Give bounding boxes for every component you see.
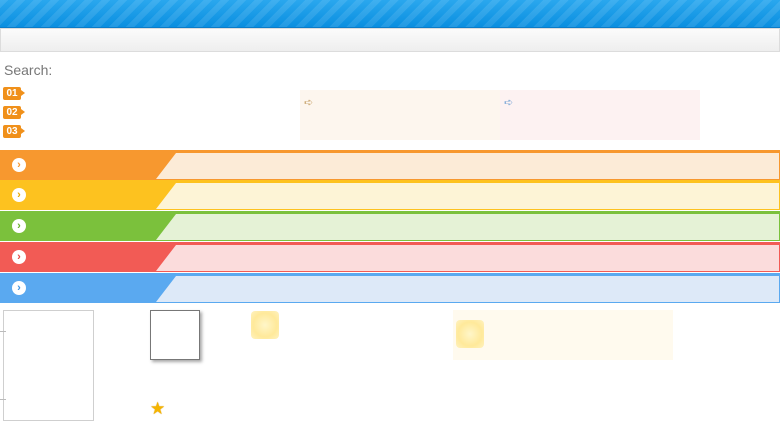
star-icon[interactable]: ★ xyxy=(150,399,165,419)
glow-tile xyxy=(251,311,279,339)
accordion-bar-blue[interactable]: › xyxy=(0,273,780,303)
panel-tick xyxy=(0,331,6,332)
bar-tab-red xyxy=(1,245,176,271)
accordion-bar-orange[interactable]: › xyxy=(0,150,780,180)
thumbnail-box xyxy=(150,310,200,360)
chevron-right-icon[interactable]: › xyxy=(12,158,26,172)
arrow-right-icon: ➪ xyxy=(304,97,314,109)
accordion-bar-green[interactable]: › xyxy=(0,211,780,241)
panel-tick xyxy=(0,399,6,400)
note-box-2: ➪ xyxy=(500,90,700,140)
preview-panel xyxy=(0,310,94,421)
highlight-box xyxy=(453,310,673,360)
step-badge-1: 01 xyxy=(3,87,25,100)
note-box-1: ➪ xyxy=(300,90,500,140)
step-badge-2: 02 xyxy=(3,106,25,119)
chevron-right-icon[interactable]: › xyxy=(12,188,26,202)
step-badge-3: 03 xyxy=(3,125,25,138)
toolbar-strip xyxy=(0,28,780,52)
chevron-right-icon[interactable]: › xyxy=(12,281,26,295)
top-banner xyxy=(0,0,780,28)
chevron-right-icon[interactable]: › xyxy=(12,219,26,233)
bar-tab-orange xyxy=(1,153,176,179)
glow-tile xyxy=(456,320,484,348)
bar-tab-green xyxy=(1,214,176,240)
bar-tab-blue xyxy=(1,276,176,302)
accordion-bar-yellow[interactable]: › xyxy=(0,180,780,210)
accordion-bar-red[interactable]: › xyxy=(0,242,780,272)
arrow-right-icon: ➪ xyxy=(504,97,514,109)
bar-tab-yellow xyxy=(1,183,176,209)
chevron-right-icon[interactable]: › xyxy=(12,250,26,264)
search-label: Search: xyxy=(4,62,53,78)
